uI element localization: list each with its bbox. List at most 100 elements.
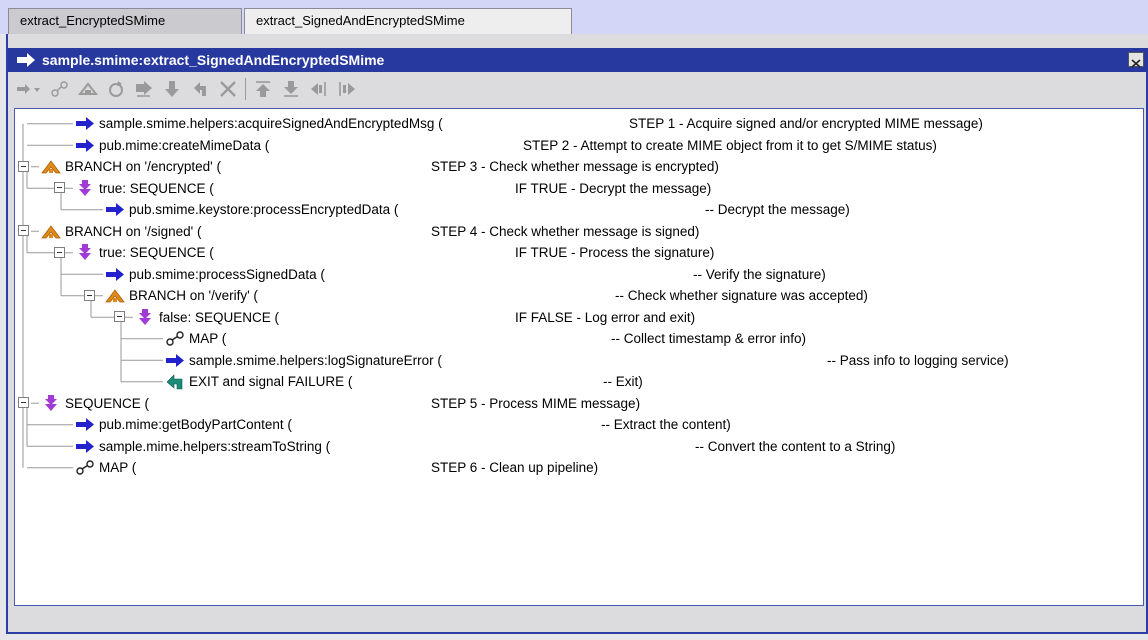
step-label: sample.smime.helpers:logSignatureError ( <box>189 352 442 368</box>
flow-step-tree[interactable]: sample.smime.helpers:acquireSignedAndEnc… <box>14 108 1144 606</box>
step-comment: STEP 2 - Attempt to create MIME object f… <box>523 137 937 153</box>
step-comment: IF TRUE - Process the signature) <box>515 245 715 260</box>
collapse-toggle[interactable] <box>18 397 29 409</box>
step-label: BRANCH on '/verify' ( <box>129 288 258 303</box>
sequence-icon <box>139 308 151 325</box>
delete-step-button[interactable] <box>214 76 242 102</box>
collapse-toggle[interactable] <box>114 311 125 323</box>
toolbar-separator <box>245 78 246 100</box>
tree-step-row[interactable]: BRANCH on '/verify' ( -- Check whether si… <box>105 285 1115 306</box>
invoke-arrow-icon <box>76 138 94 152</box>
collapse-toggle[interactable] <box>18 160 29 172</box>
step-label: true: SEQUENCE ( <box>99 180 214 196</box>
down-arrow-icon <box>165 81 179 97</box>
step-comment: -- Convert the content to a String) <box>695 438 896 454</box>
map-icon <box>76 460 94 475</box>
tree-step-row[interactable]: pub.mime:createMimeData ( STEP 2 - Attemp… <box>75 135 1115 156</box>
move-step-right-button[interactable] <box>333 76 361 102</box>
invoke-arrow-icon <box>76 439 94 453</box>
tree-step-row[interactable]: false: SEQUENCE ( IF FALSE - Log error an… <box>135 307 1115 328</box>
indent-left-icon <box>311 82 326 96</box>
sequence-icon <box>79 179 91 196</box>
tree-step-row[interactable]: SEQUENCE (STEP 5 - Process MIME message) <box>41 393 1115 414</box>
close-button[interactable] <box>1128 52 1144 68</box>
indent-right-icon <box>339 82 355 96</box>
step-comment: -- Decrypt the message) <box>705 202 850 217</box>
branch-icon <box>41 160 61 174</box>
sequence-icon <box>136 81 152 97</box>
delete-icon <box>220 81 236 97</box>
tree-step-row[interactable]: EXIT and signal FAILURE (-- Exit) <box>165 371 1115 392</box>
step-comment: -- Pass info to logging service) <box>827 352 1009 368</box>
step-comment: -- Check whether signature was accepted) <box>615 288 868 303</box>
insert-sequence-button[interactable] <box>130 76 158 102</box>
map-icon <box>51 81 68 97</box>
move-step-down-button[interactable] <box>277 76 305 102</box>
tab-extract-encrypted-smime[interactable]: extract_EncryptedSMime <box>8 8 242 34</box>
invoke-arrow-icon <box>166 353 184 367</box>
exit-icon <box>166 374 183 390</box>
tree-step-row[interactable]: true: SEQUENCE ( IF TRUE - Decrypt the me… <box>75 178 1115 199</box>
map-icon <box>166 331 184 346</box>
insert-loop-button[interactable] <box>158 76 186 102</box>
step-label: MAP ( <box>99 460 137 475</box>
exit-icon <box>194 82 206 96</box>
tree-step-row[interactable]: pub.smime:processSignedData ( -- Verify t… <box>105 264 1115 285</box>
collapse-toggle[interactable] <box>18 225 29 237</box>
insert-map-button[interactable] <box>46 76 74 102</box>
repeat-icon <box>109 81 123 97</box>
step-label: pub.mime:createMimeData ( <box>99 137 270 153</box>
tree-step-row[interactable]: BRANCH on '/signed' (STEP 4 - Check whet… <box>41 221 1115 242</box>
branch-icon <box>78 82 98 95</box>
step-label: BRANCH on '/signed' ( <box>65 223 202 239</box>
step-comment: -- Extract the content) <box>601 417 731 432</box>
collapse-toggle[interactable] <box>54 182 65 194</box>
move-step-up-button[interactable] <box>249 76 277 102</box>
step-label: false: SEQUENCE ( <box>159 309 280 325</box>
editor-title-bar: sample.smime:extract_SignedAndEncryptedS… <box>8 48 1148 72</box>
insert-repeat-button[interactable] <box>102 76 130 102</box>
step-comment: -- Collect timestamp & error info) <box>611 331 807 346</box>
tree-step-row[interactable]: pub.smime.keystore:processEncryptedData … <box>105 199 1115 220</box>
invoke-arrow-icon <box>17 53 35 67</box>
insert-step-dropdown-button[interactable] <box>12 76 46 102</box>
tree-step-row[interactable]: BRANCH on '/encrypted' (STEP 3 - Check w… <box>41 156 1115 177</box>
step-comment: IF TRUE - Decrypt the message) <box>515 180 712 196</box>
step-comment: STEP 6 - Clean up pipeline) <box>431 460 599 475</box>
step-comment: -- Verify the signature) <box>693 266 826 282</box>
step-label: sample.mime.helpers:streamToString ( <box>99 438 331 454</box>
tree-step-row[interactable]: sample.mime.helpers:streamToString ( -- C… <box>75 436 1115 457</box>
invoke-arrow-icon <box>76 117 94 130</box>
step-comment: IF FALSE - Log error and exit) <box>515 309 696 325</box>
editor-tab-strip: extract_EncryptedSMime extract_SignedAnd… <box>0 0 1148 35</box>
insert-exit-button[interactable] <box>186 76 214 102</box>
collapse-toggle[interactable] <box>54 246 65 258</box>
tree-step-row[interactable]: pub.mime:getBodyPartContent ( -- Extract … <box>75 414 1115 435</box>
step-label: pub.mime:getBodyPartContent ( <box>99 417 292 432</box>
invoke-arrow-icon <box>106 267 124 281</box>
branch-icon <box>41 224 61 238</box>
editor-toolbar <box>12 74 1144 104</box>
step-label: true: SEQUENCE ( <box>99 245 214 260</box>
step-comment: STEP 3 - Check whether message is encryp… <box>431 159 719 174</box>
insert-branch-button[interactable] <box>74 76 102 102</box>
step-comment: STEP 5 - Process MIME message) <box>431 395 641 411</box>
arrow-dropdown-icon <box>17 84 40 94</box>
invoke-arrow-icon <box>106 203 124 216</box>
collapse-toggle[interactable] <box>84 289 95 301</box>
tree-step-row[interactable]: true: SEQUENCE ( IF TRUE - Process the si… <box>75 242 1115 263</box>
step-label: sample.smime.helpers:acquireSignedAndEnc… <box>99 116 443 131</box>
tree-step-row[interactable]: MAP (-- Collect timestamp & error info) <box>165 328 1115 349</box>
sequence-icon <box>45 394 57 411</box>
tree-step-row[interactable]: sample.smime.helpers:logSignatureError (… <box>165 350 1115 371</box>
step-label: pub.smime.keystore:processEncryptedData … <box>129 202 399 217</box>
sequence-icon <box>79 244 91 260</box>
tree-step-row[interactable]: MAP ( STEP 6 - Clean up pipeline) <box>75 457 1115 478</box>
tab-extract-signed-and-encrypted-smime[interactable]: extract_SignedAndEncryptedSMime <box>244 8 572 35</box>
close-icon <box>1131 59 1141 68</box>
editor-title: sample.smime:extract_SignedAndEncryptedS… <box>42 52 385 68</box>
tree-step-row[interactable]: sample.smime.helpers:acquireSignedAndEnc… <box>75 113 1115 134</box>
move-down-icon <box>284 81 298 97</box>
move-step-left-button[interactable] <box>305 76 333 102</box>
step-label: pub.smime:processSignedData ( <box>129 266 325 282</box>
